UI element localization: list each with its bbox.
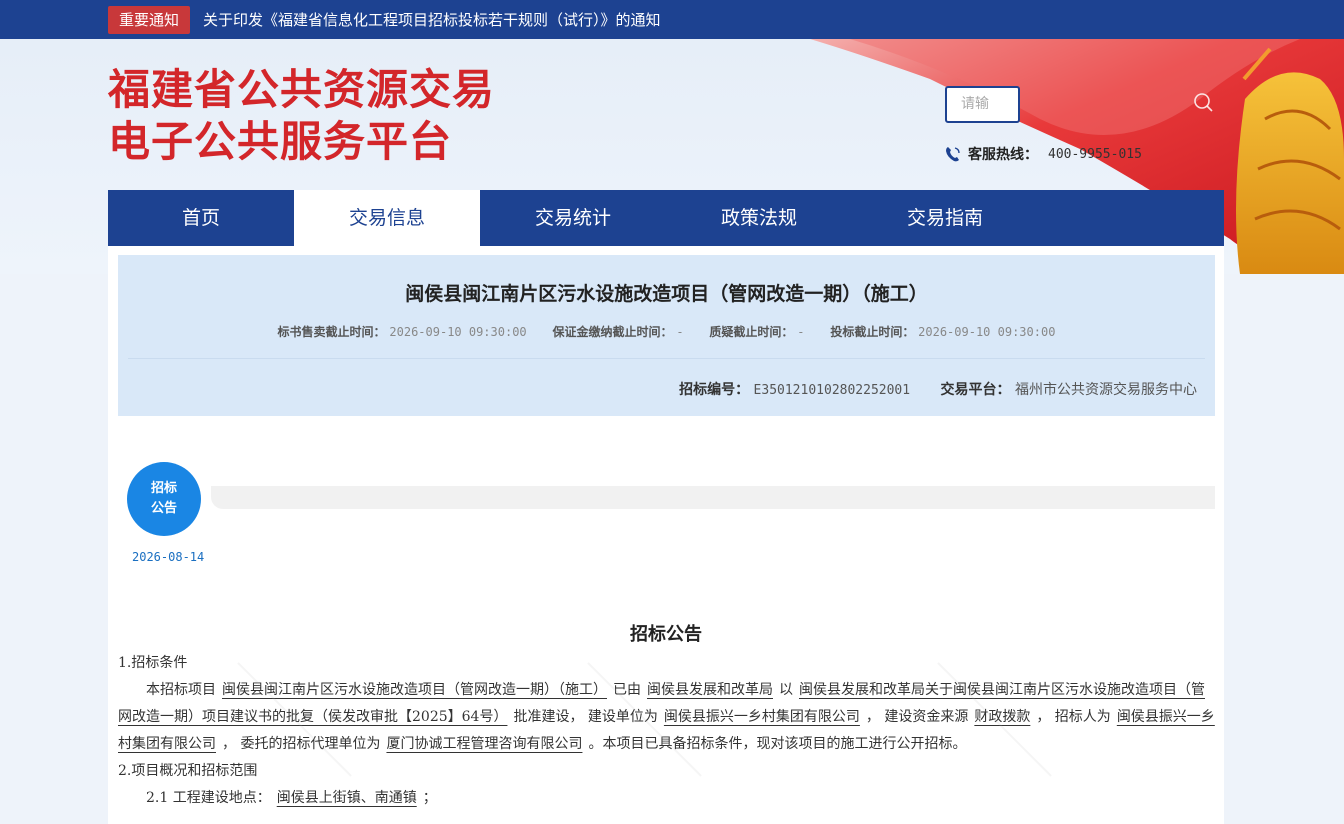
query-deadline-label: 质疑截止时间：	[709, 325, 794, 339]
stage-label-line1: 招标	[150, 481, 177, 496]
section-heading-2: 2.项目概况和招标范围	[118, 763, 258, 779]
nav-home[interactable]: 首页	[108, 190, 294, 246]
section-heading-1: 1.招标条件	[118, 655, 188, 671]
search-icon[interactable]	[1192, 91, 1214, 113]
paragraph-location: 2.1 工程建设地点： 闽侯县上街镇、南通镇；	[146, 790, 437, 806]
bid-deadline-label: 投标截止时间：	[830, 325, 915, 339]
nav-trading-stats[interactable]: 交易统计	[480, 190, 666, 246]
logo-line1: 福建省公共资源交易	[108, 65, 496, 114]
main-content: 闽侯县闽江南片区污水设施改造项目（管网改造一期）（施工） 标书售卖截止时间： 2…	[108, 246, 1224, 824]
deposit-deadline-label: 保证金缴纳截止时间：	[552, 325, 673, 339]
code-row: 招标编号： E3501210102802252001 交易平台： 福州市公共资源…	[679, 379, 1197, 399]
timeline-stage-announcement[interactable]: 招标 公告	[127, 462, 201, 536]
site-logo[interactable]: 福建省公共资源交易 电子公共服务平台	[108, 64, 495, 168]
nav-trading-info[interactable]: 交易信息	[294, 190, 480, 246]
stage-label-line2: 公告	[150, 501, 177, 516]
hotline-label: 客服热线：	[968, 147, 1038, 163]
search-input[interactable]: 请输	[945, 86, 1020, 123]
divider	[128, 358, 1205, 359]
platform-label: 交易平台：	[940, 382, 1011, 398]
tender-code: E3501210102802252001	[753, 383, 911, 398]
document-title: 招标公告	[630, 624, 702, 645]
notice-tag: 重要通知	[108, 6, 191, 34]
project-title: 闽侯县闽江南片区污水设施改造项目（管网改造一期）（施工）	[405, 283, 928, 305]
hotline: 客服热线： 400-9955-015	[944, 144, 1142, 164]
paragraph-conditions: 本招标项目 闽侯县闽江南片区污水设施改造项目（管网改造一期）（施工） 已由 闽侯县发展…	[118, 682, 1215, 752]
main-nav: 首页 交易信息 交易统计 政策法规 交易指南	[108, 190, 1224, 246]
notice-link[interactable]: 关于印发《福建省信息化工程项目招标投标若干规则（试行）》的通知	[203, 6, 661, 34]
sale-deadline-label: 标书售卖截止时间：	[277, 325, 386, 339]
deadline-row: 标书售卖截止时间： 2026-09-10 09:30:00 保证金缴纳截止时间：…	[118, 323, 1215, 340]
timeline-bar	[211, 486, 1215, 509]
phone-icon	[946, 147, 960, 162]
nav-policy[interactable]: 政策法规	[666, 190, 852, 246]
notice-bar: 重要通知 关于印发《福建省信息化工程项目招标投标若干规则（试行）》的通知	[0, 0, 1344, 39]
project-info-panel: 闽侯县闽江南片区污水设施改造项目（管网改造一期）（施工） 标书售卖截止时间： 2…	[118, 255, 1215, 416]
bid-deadline: 2026-09-10 09:30:00	[918, 325, 1056, 339]
sale-deadline: 2026-09-10 09:30:00	[389, 325, 527, 339]
tender-code-label: 招标编号：	[679, 382, 750, 398]
nav-guide[interactable]: 交易指南	[852, 190, 1038, 246]
platform-name: 福州市公共资源交易服务中心	[1015, 382, 1197, 398]
query-deadline: -	[797, 325, 805, 339]
hotline-number: 400-9955-015	[1048, 146, 1142, 162]
timeline-date: 2026-08-14	[132, 550, 205, 564]
deposit-deadline: -	[676, 325, 684, 339]
logo-line2: 电子公共服务平台	[108, 117, 453, 166]
document-body: 1.招标条件 本招标项目 闽侯县闽江南片区污水设施改造项目（管网改造一期）（施工）…	[118, 650, 1215, 812]
